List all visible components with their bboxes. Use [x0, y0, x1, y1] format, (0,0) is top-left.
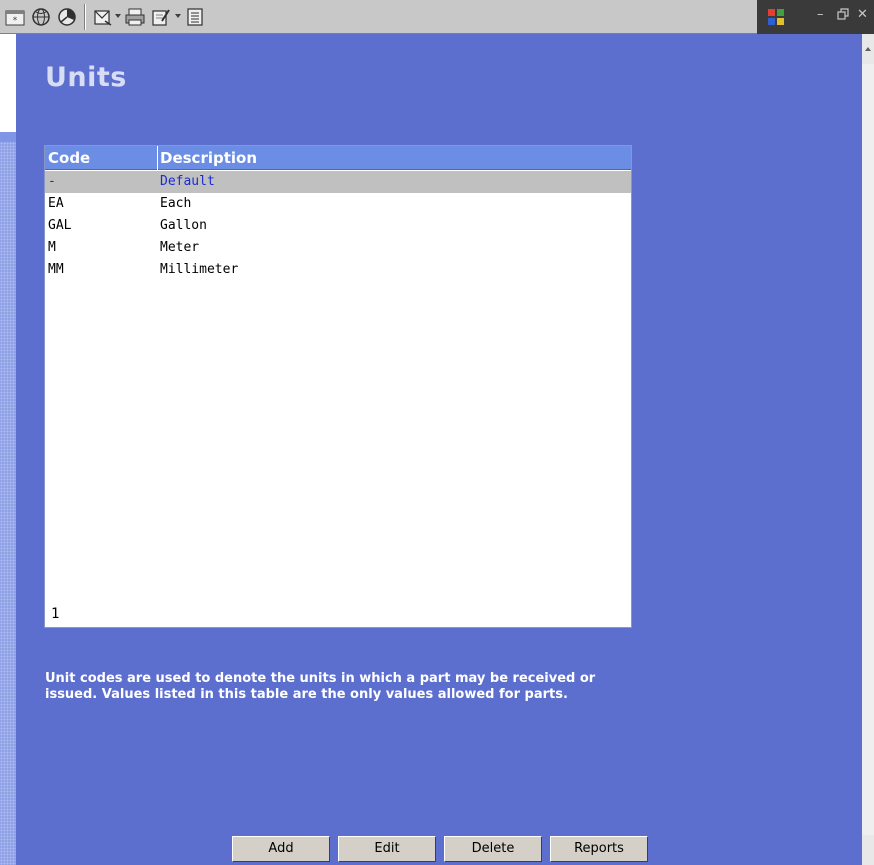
add-button[interactable]: Add — [232, 836, 330, 862]
units-table: Code Description - Default EA Each GAL G… — [44, 145, 632, 628]
delete-button[interactable]: Delete — [444, 836, 542, 862]
restore-icon[interactable] — [837, 8, 849, 24]
scroll-down-button[interactable] — [862, 835, 874, 865]
page-title: Units — [45, 62, 127, 93]
notes-icon[interactable] — [184, 6, 206, 28]
table-row[interactable]: EA Each — [45, 193, 631, 215]
table-row[interactable]: GAL Gallon — [45, 215, 631, 237]
table-row[interactable]: MM Millimeter — [45, 259, 631, 281]
cell-description: Default — [160, 174, 215, 189]
help-text: Unit codes are used to denote the units … — [45, 671, 596, 702]
column-divider — [157, 146, 158, 170]
cell-code: - — [48, 174, 56, 189]
cell-code: MM — [48, 262, 64, 277]
globe-icon[interactable] — [30, 6, 52, 28]
table-row[interactable]: M Meter — [45, 237, 631, 259]
cell-code: M — [48, 240, 56, 255]
cell-description: Gallon — [160, 218, 207, 233]
reports-button[interactable]: Reports — [550, 836, 648, 862]
toolbar: * – ✕ — [0, 0, 874, 34]
column-header-code[interactable]: Code — [48, 146, 158, 170]
vertical-scrollbar[interactable] — [862, 34, 874, 865]
left-panel-top — [0, 34, 16, 132]
print-icon[interactable] — [124, 6, 146, 28]
mail-dropdown-icon[interactable] — [115, 14, 121, 18]
chart-icon[interactable] — [56, 6, 78, 28]
svg-text:*: * — [13, 16, 18, 26]
cell-description: Millimeter — [160, 262, 239, 277]
cell-code: GAL — [48, 218, 72, 233]
scroll-up-button[interactable] — [862, 34, 874, 64]
left-panel-divider — [0, 132, 16, 142]
edit-dropdown-icon[interactable] — [175, 14, 181, 18]
edit-icon[interactable] — [150, 6, 172, 28]
cell-description: Meter — [160, 240, 200, 255]
table-header: Code Description — [45, 146, 631, 170]
windows-logo-icon — [766, 7, 786, 27]
window-control-area: – ✕ — [757, 0, 874, 34]
cell-description: Each — [160, 196, 192, 211]
mail-icon[interactable] — [92, 6, 114, 28]
new-document-icon[interactable]: * — [4, 6, 26, 28]
cell-code: EA — [48, 196, 64, 211]
toolbar-separator — [84, 4, 86, 30]
left-panel — [0, 142, 16, 865]
table-row[interactable]: - Default — [45, 171, 631, 193]
edit-button[interactable]: Edit — [338, 836, 436, 862]
column-header-description[interactable]: Description — [160, 146, 620, 170]
close-icon[interactable]: ✕ — [857, 8, 868, 22]
page-number[interactable]: 1 — [51, 606, 59, 622]
minimize-icon[interactable]: – — [817, 8, 824, 22]
